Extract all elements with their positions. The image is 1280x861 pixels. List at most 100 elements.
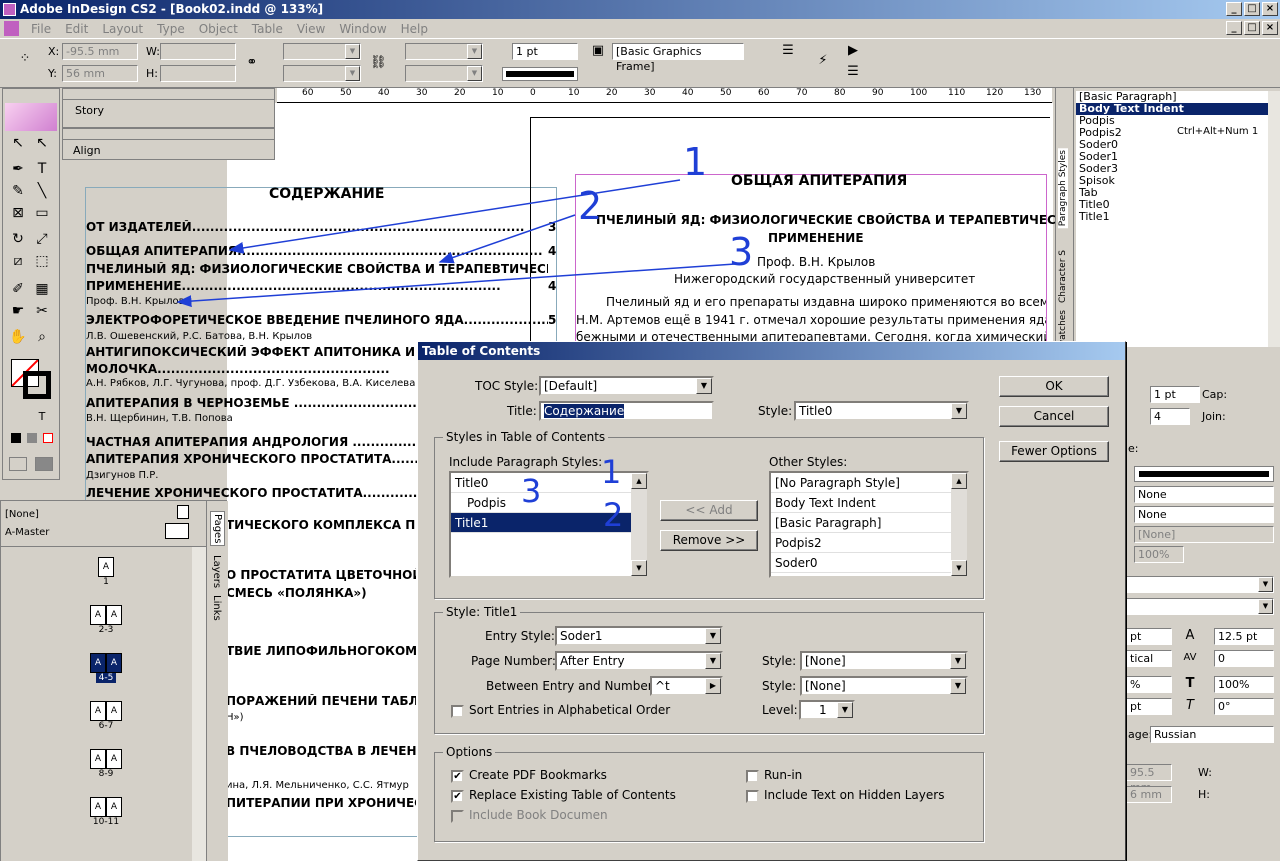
cancel-button[interactable]: Cancel bbox=[999, 406, 1109, 427]
free-transform-tool-icon[interactable]: ⬚ bbox=[31, 251, 53, 271]
story-tab[interactable]: Story bbox=[63, 100, 274, 121]
page-spread-thumbnail[interactable]: A A 4-5 bbox=[71, 653, 141, 683]
stroke-type-right[interactable] bbox=[1134, 466, 1274, 482]
other-style-item[interactable]: [No Paragraph Style] bbox=[771, 473, 967, 493]
transform-w-label: W: bbox=[1198, 766, 1212, 779]
indesign-butterfly-logo bbox=[5, 103, 57, 131]
kerning-field[interactable]: tical bbox=[1126, 650, 1172, 667]
transform-y-field[interactable]: 6 mm bbox=[1126, 786, 1172, 803]
gap-color-select[interactable]: [None] bbox=[1134, 526, 1274, 543]
none-master[interactable]: [None] bbox=[5, 509, 39, 520]
page-spread-label: 2-3 bbox=[98, 625, 114, 635]
rectangle-tool-icon[interactable]: ▭ bbox=[31, 203, 53, 223]
between-input[interactable]: ^t ▶ bbox=[650, 676, 723, 696]
vertical-scale-field[interactable]: % bbox=[1126, 676, 1172, 693]
miter-limit-field[interactable]: 4 bbox=[1150, 408, 1190, 425]
stroke-weight-right[interactable]: 1 pt bbox=[1150, 386, 1200, 403]
styles-scrollbar[interactable] bbox=[1268, 91, 1280, 347]
entry-style-select[interactable]: Soder1 ▼ bbox=[555, 626, 723, 646]
tracking-field[interactable]: 0 bbox=[1214, 650, 1274, 667]
add-button[interactable]: << Add bbox=[660, 500, 758, 521]
transform-x-field[interactable]: 95.5 mm bbox=[1126, 764, 1172, 794]
horizontal-scale-icon: T bbox=[1185, 676, 1195, 691]
paragraph-style-item[interactable]: Title1 bbox=[1076, 211, 1268, 223]
fewer-options-button[interactable]: Fewer Options bbox=[999, 441, 1109, 462]
eyedropper-tool-icon[interactable]: ✐ bbox=[7, 279, 29, 299]
between-label: Between Entry and Number: bbox=[486, 679, 657, 693]
sort-checkbox[interactable] bbox=[451, 705, 464, 718]
tab-layers[interactable]: Layers bbox=[210, 553, 223, 590]
direct-selection-tool-icon[interactable]: ↖ bbox=[31, 133, 53, 153]
leading-field[interactable]: 12.5 pt bbox=[1214, 628, 1274, 645]
hidden-layers-checkbox[interactable] bbox=[746, 790, 759, 803]
font-family-select[interactable]: ▼ bbox=[1126, 576, 1274, 593]
include-book-checkbox[interactable] bbox=[451, 810, 464, 823]
type-tool-icon[interactable]: T bbox=[31, 159, 53, 179]
formatting-text-icon[interactable]: T bbox=[31, 407, 53, 427]
rectangle-frame-tool-icon[interactable]: ⊠ bbox=[7, 203, 29, 223]
page-spread-thumbnail[interactable]: A A 2-3 bbox=[71, 605, 141, 635]
gap-tint-field[interactable]: 100% bbox=[1134, 546, 1184, 563]
language-select[interactable]: Russian bbox=[1150, 726, 1274, 743]
button-tool-icon[interactable]: ☛ bbox=[7, 301, 29, 321]
other-styles-list[interactable]: [No Paragraph Style] Body Text Indent [Bas… bbox=[769, 471, 969, 578]
story-panel: Story bbox=[62, 88, 275, 128]
end-select[interactable]: None bbox=[1134, 506, 1274, 523]
normal-view-icon[interactable] bbox=[9, 457, 27, 471]
skew-field[interactable]: 0° bbox=[1214, 698, 1274, 715]
rotate-tool-icon[interactable]: ↻ bbox=[7, 229, 29, 249]
run-in-checkbox[interactable] bbox=[746, 770, 759, 783]
page-spread-thumbnail[interactable]: A1 bbox=[71, 557, 141, 587]
include-mark-3: 3 bbox=[521, 472, 542, 510]
shear-tool-icon[interactable]: ⧄ bbox=[7, 251, 29, 271]
paragraph-style-item[interactable]: Spisok bbox=[1076, 175, 1268, 187]
page-spread-thumbnail[interactable]: A A 8-9 bbox=[71, 749, 141, 779]
tab-character-styles[interactable]: Character S bbox=[1058, 248, 1068, 305]
scale-tool-icon[interactable]: ⤢ bbox=[31, 229, 53, 249]
pen-tool-icon[interactable]: ✒ bbox=[7, 159, 29, 179]
apply-color-icon[interactable] bbox=[11, 433, 21, 443]
other-style-item[interactable]: Soder0 bbox=[771, 553, 967, 573]
create-pdf-bookmarks-checkbox[interactable]: ✔ bbox=[451, 770, 464, 783]
apply-gradient-icon[interactable] bbox=[27, 433, 37, 443]
replace-toc-checkbox[interactable]: ✔ bbox=[451, 790, 464, 803]
between-style-select[interactable]: [None] ▼ bbox=[800, 676, 968, 696]
scissors-tool-icon[interactable]: ✂ bbox=[31, 301, 53, 321]
gradient-tool-icon[interactable]: ▦ bbox=[31, 279, 53, 299]
other-style-item[interactable]: [Basic Paragraph] bbox=[771, 513, 967, 533]
pages-scrollbar[interactable] bbox=[192, 547, 206, 861]
page-spread-thumbnail[interactable]: A A 10-11 bbox=[71, 797, 141, 827]
selection-tool-icon[interactable]: ↖ bbox=[7, 133, 29, 153]
title-style-select[interactable]: Title0 ▼ bbox=[794, 401, 969, 421]
tab-pages[interactable]: Pages bbox=[210, 511, 225, 547]
stroke-swatch-icon[interactable] bbox=[23, 371, 51, 399]
page-number-select[interactable]: After Entry ▼ bbox=[555, 651, 723, 671]
zoom-tool-icon[interactable]: ⌕ bbox=[31, 327, 53, 347]
tab-paragraph-styles[interactable]: Paragraph Styles bbox=[1058, 148, 1068, 229]
line-tool-icon[interactable]: ╲ bbox=[31, 181, 53, 201]
page-spread-thumbnail[interactable]: A A 6-7 bbox=[71, 701, 141, 731]
align-tab[interactable]: Align bbox=[63, 140, 274, 161]
options-caption: Options bbox=[443, 745, 496, 759]
page-number-style-select[interactable]: [None] ▼ bbox=[800, 651, 968, 671]
title-input[interactable]: Содержание bbox=[539, 401, 714, 421]
horizontal-scale-field[interactable]: 100% bbox=[1214, 676, 1274, 693]
other-style-item[interactable]: Body Text Indent bbox=[771, 493, 967, 513]
remove-button[interactable]: Remove >> bbox=[660, 530, 758, 551]
preview-mode-icon[interactable] bbox=[35, 457, 53, 471]
start-select[interactable]: None bbox=[1134, 486, 1274, 503]
a-master[interactable]: A-Master bbox=[5, 527, 49, 538]
tab-links[interactable]: Links bbox=[210, 593, 223, 623]
baseline-shift-field[interactable]: pt bbox=[1126, 698, 1172, 715]
apply-none-icon[interactable] bbox=[43, 433, 53, 443]
ok-button[interactable]: OK bbox=[999, 376, 1109, 397]
other-style-item[interactable]: Podpis2 bbox=[771, 533, 967, 553]
font-style-select[interactable]: ▼ bbox=[1126, 598, 1274, 615]
toc-style-select[interactable]: [Default] ▼ bbox=[539, 376, 714, 396]
other-style-item[interactable]: Soder1 bbox=[771, 573, 967, 576]
hand-tool-icon[interactable]: ✋ bbox=[7, 327, 29, 347]
page-spread-label: 1 bbox=[103, 577, 109, 587]
level-stepper[interactable]: 1 ▼ bbox=[799, 700, 855, 720]
pencil-tool-icon[interactable]: ✎ bbox=[7, 181, 29, 201]
font-size-field[interactable]: pt bbox=[1126, 628, 1172, 645]
